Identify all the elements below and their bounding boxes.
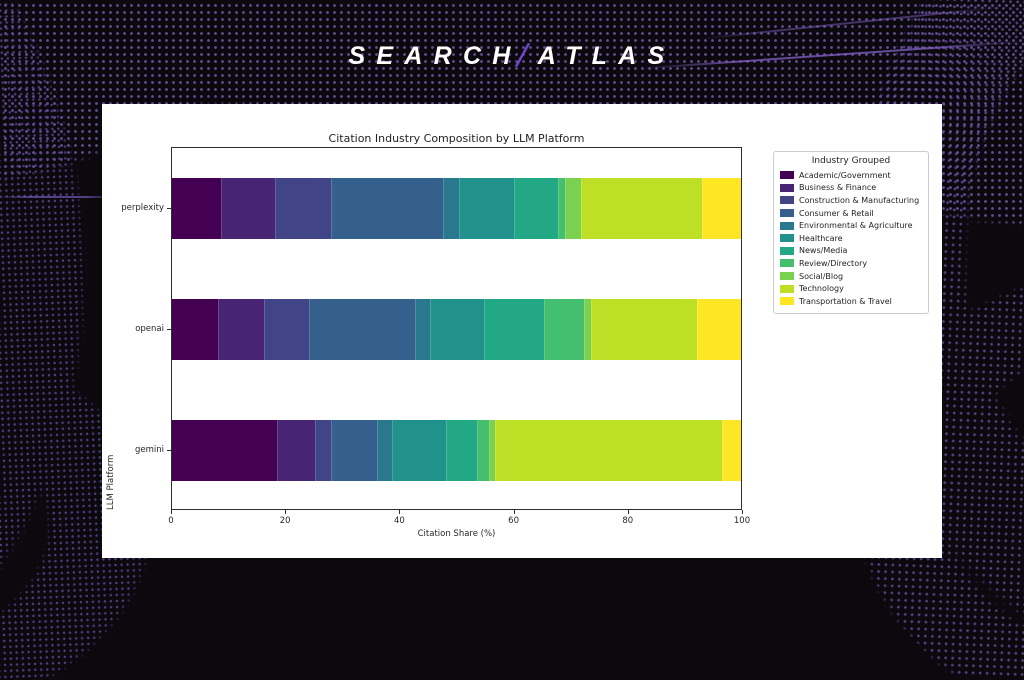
x-tick-mark (628, 510, 629, 514)
legend-label: Social/Blog (799, 272, 843, 281)
bar-segment-gemini-consumer-retail (331, 420, 377, 481)
legend-swatch-icon (780, 171, 794, 179)
x-tick-label-100: 100 (727, 516, 757, 526)
legend-swatch-icon (780, 184, 794, 192)
legend-item-academic-government: Academic/Government (780, 169, 922, 182)
y-axis-label: LLM Platform (106, 147, 116, 510)
bar-row-gemini (172, 420, 741, 481)
x-tick-mark (171, 510, 172, 514)
legend-item-healthcare: Healthcare (780, 232, 922, 245)
axes (171, 147, 742, 510)
bar-segment-openai-social-blog (584, 299, 591, 360)
legend-label: Technology (799, 284, 844, 293)
bar-segment-perplexity-news-media (514, 178, 558, 239)
x-tick-mark (399, 510, 400, 514)
bar-segment-openai-consumer-retail (309, 299, 415, 360)
legend-label: Healthcare (799, 234, 843, 243)
chart-panel: Citation Industry Composition by LLM Pla… (102, 104, 942, 558)
legend-item-consumer-retail: Consumer & Retail (780, 207, 922, 220)
legend-item-transportation-travel: Transportation & Travel (780, 295, 922, 308)
bar-row-perplexity (172, 178, 741, 239)
y-tick-mark (167, 450, 171, 451)
x-tick-label-40: 40 (384, 516, 414, 526)
legend-title: Industry Grouped (780, 156, 922, 166)
logo-text-search: SEARCH (348, 42, 521, 70)
bar-segment-gemini-healthcare (392, 420, 447, 481)
legend-label: Academic/Government (799, 171, 891, 180)
bar-segment-gemini-construction-manufacturing (315, 420, 332, 481)
legend-item-construction-manufacturing: Construction & Manufacturing (780, 194, 922, 207)
y-tick-mark (167, 208, 171, 209)
legend-swatch-icon (780, 196, 794, 204)
legend-label: Construction & Manufacturing (799, 196, 919, 205)
legend-item-technology: Technology (780, 282, 922, 295)
search-atlas-logo: SEARCH/ATLAS (0, 42, 1024, 71)
legend-label: Consumer & Retail (799, 209, 874, 218)
bar-segment-openai-news-media (484, 299, 544, 360)
bar-segment-perplexity-transportation-travel (702, 178, 741, 239)
legend-item-review-directory: Review/Directory (780, 257, 922, 270)
legend-item-social-blog: Social/Blog (780, 270, 922, 283)
logo-text-atlas: ATLAS (538, 42, 676, 70)
legend-label: News/Media (799, 246, 847, 255)
legend-swatch-icon (780, 209, 794, 217)
y-tick-mark (167, 329, 171, 330)
x-tick-label-60: 60 (499, 516, 529, 526)
bar-segment-perplexity-construction-manufacturing (275, 178, 331, 239)
legend-item-environmental-agriculture: Environmental & Agriculture (780, 219, 922, 232)
bar-row-openai (172, 299, 741, 360)
legend-item-news-media: News/Media (780, 245, 922, 258)
legend: Industry Grouped Academic/Government Busi… (773, 151, 929, 314)
bar-segment-openai-healthcare (430, 299, 485, 360)
bar-segment-gemini-environmental-agriculture (377, 420, 391, 481)
legend-label: Review/Directory (799, 259, 867, 268)
legend-label: Environmental & Agriculture (799, 221, 913, 230)
bar-segment-gemini-academic-government (172, 420, 277, 481)
x-axis-label: Citation Share (%) (171, 529, 742, 539)
x-tick-label-0: 0 (156, 516, 186, 526)
bar-segment-gemini-business-finance (277, 420, 315, 481)
legend-label: Transportation & Travel (799, 297, 892, 306)
bar-segment-openai-transportation-travel (697, 299, 741, 360)
bar-segment-openai-construction-manufacturing (264, 299, 309, 360)
x-tick-label-80: 80 (613, 516, 643, 526)
bar-segment-perplexity-social-blog (565, 178, 582, 239)
legend-swatch-icon (780, 272, 794, 280)
x-tick-label-20: 20 (270, 516, 300, 526)
bar-segment-perplexity-technology (581, 178, 702, 239)
x-tick-mark (742, 510, 743, 514)
legend-swatch-icon (780, 297, 794, 305)
bar-segment-openai-technology (591, 299, 696, 360)
legend-swatch-icon (780, 247, 794, 255)
bar-segment-gemini-news-media (446, 420, 477, 481)
x-tick-mark (285, 510, 286, 514)
bar-segment-openai-academic-government (172, 299, 218, 360)
bar-segment-perplexity-review-directory (558, 178, 565, 239)
legend-swatch-icon (780, 285, 794, 293)
bar-segment-perplexity-consumer-retail (331, 178, 443, 239)
legend-swatch-icon (780, 234, 794, 242)
x-tick-mark (514, 510, 515, 514)
background-streak (0, 196, 115, 198)
bar-segment-perplexity-healthcare (459, 178, 514, 239)
bar-segment-perplexity-academic-government (172, 178, 221, 239)
bar-segment-perplexity-environmental-agriculture (443, 178, 460, 239)
bar-segment-openai-environmental-agriculture (415, 299, 430, 360)
bar-segment-openai-review-directory (544, 299, 584, 360)
bar-segment-gemini-technology (495, 420, 722, 481)
bar-segment-perplexity-business-finance (221, 178, 275, 239)
bar-segment-gemini-review-directory (477, 420, 488, 481)
legend-swatch-icon (780, 222, 794, 230)
bar-segment-gemini-transportation-travel (722, 420, 741, 481)
bar-segment-openai-business-finance (218, 299, 264, 360)
background-streak (701, 6, 1000, 39)
legend-item-business-finance: Business & Finance (780, 182, 922, 195)
legend-items: Academic/Government Business & Finance Con… (780, 169, 922, 308)
legend-label: Business & Finance (799, 183, 876, 192)
legend-swatch-icon (780, 259, 794, 267)
chart-title: Citation Industry Composition by LLM Pla… (171, 132, 742, 145)
